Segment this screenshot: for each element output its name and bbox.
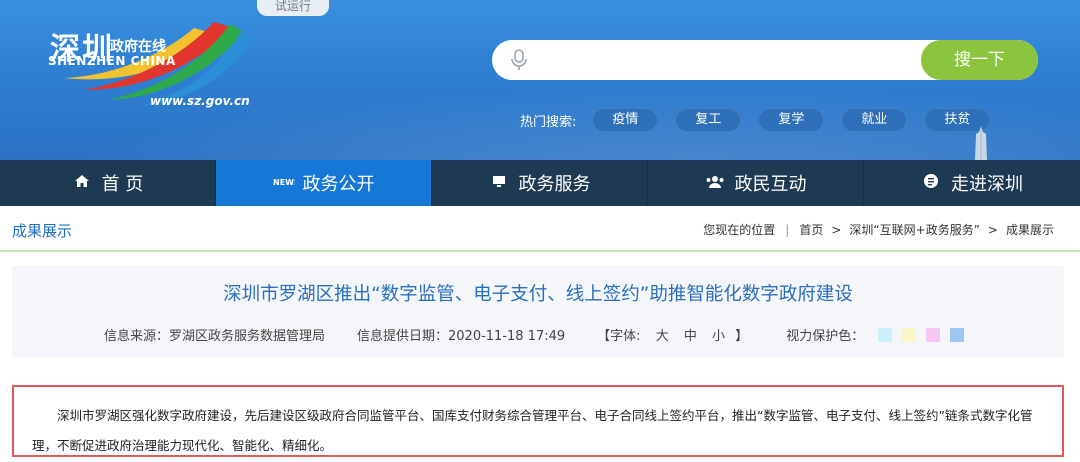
breadcrumb: 您现在的位置 | 首页 > 深圳“互联网+政务服务” > 成果展示 bbox=[703, 221, 1054, 238]
font-medium-button[interactable]: 中 bbox=[684, 329, 697, 344]
nav-item-label: 政务服务 bbox=[518, 174, 591, 195]
header-banner: 试运行 深圳 政府在线 SHENZHEN CHINA www.sz.gov.cn… bbox=[0, 0, 1080, 160]
search-input[interactable] bbox=[542, 46, 902, 74]
font-small-button[interactable]: 小 bbox=[712, 329, 725, 344]
breadcrumb-link-home[interactable]: 首页 bbox=[799, 221, 823, 238]
logo-en: SHENZHEN CHINA bbox=[48, 54, 176, 68]
skyscraper-graphic bbox=[975, 126, 987, 160]
font-size-label: 【字体: bbox=[597, 329, 641, 344]
font-size-close: 】 bbox=[735, 329, 749, 344]
article-header: 深圳市罗湖区推出“数字监管、电子支付、线上签约”助推智能化数字政府建设 信息来源… bbox=[12, 266, 1064, 357]
hot-tag[interactable]: 就业 bbox=[841, 108, 908, 132]
search-box: 搜一下 bbox=[492, 40, 1038, 80]
svg-text:NEWS: NEWS bbox=[273, 178, 295, 187]
nav-item-label: 走进深圳 bbox=[951, 174, 1023, 195]
article-meta: 信息来源：罗湖区政务服务数据管理局 信息提供日期：2020-11-18 17:4… bbox=[104, 325, 974, 344]
trial-badge: 试运行 bbox=[257, 0, 329, 16]
font-size-control: 【字体: 大 中 小 】 bbox=[597, 325, 754, 344]
hot-tag[interactable]: 复工 bbox=[675, 108, 742, 132]
logo-cn-small: 政府在线 bbox=[110, 39, 166, 55]
breadcrumb-chevron: > bbox=[831, 222, 842, 237]
nav-item-services[interactable]: 政务服务 bbox=[432, 160, 648, 206]
news-icon: NEWS bbox=[273, 175, 300, 191]
nav-item-home[interactable]: 首 页 bbox=[0, 160, 216, 206]
search-button[interactable]: 搜一下 bbox=[921, 40, 1038, 80]
article-summary: 深圳市罗湖区强化数字政府建设，先后建设区级政府合同监管平台、国库支付财务综合管理… bbox=[32, 408, 1033, 453]
eye-color-swatch[interactable] bbox=[926, 327, 941, 342]
eye-color-swatch[interactable] bbox=[902, 327, 917, 342]
nav-item-label: 政务公开 bbox=[302, 174, 375, 195]
eye-protect-label: 视力保护色： bbox=[786, 329, 865, 344]
breadcrumb-link-internet-gov[interactable]: 深圳“互联网+政务服务” bbox=[849, 221, 980, 238]
article-title: 深圳市罗湖区推出“数字监管、电子支付、线上签约”助推智能化数字政府建设 bbox=[223, 284, 853, 305]
section-title: 成果展示 bbox=[12, 222, 73, 240]
breadcrumb-separator: | bbox=[785, 222, 790, 237]
breadcrumb-bar: 成果展示 您现在的位置 | 首页 > 深圳“互联网+政务服务” > 成果展示 bbox=[0, 206, 1080, 252]
hot-search-label: 热门搜索: bbox=[520, 114, 577, 130]
nav-item-public-affairs[interactable]: NEWS 政务公开 bbox=[216, 160, 432, 206]
logo-url: www.sz.gov.cn bbox=[150, 94, 250, 108]
article-date: 信息提供日期：2020-11-18 17:49 bbox=[357, 329, 566, 344]
info-icon bbox=[921, 173, 941, 193]
nav-item-label: 首 页 bbox=[101, 174, 144, 195]
nav-item-about-shenzhen[interactable]: 走进深圳 bbox=[864, 160, 1080, 206]
eye-color-swatch[interactable] bbox=[950, 327, 965, 342]
eye-color-swatch[interactable] bbox=[878, 327, 893, 342]
article-source: 信息来源：罗湖区政务服务数据管理局 bbox=[104, 329, 326, 344]
monitor-icon bbox=[489, 175, 509, 192]
font-large-button[interactable]: 大 bbox=[656, 329, 669, 344]
breadcrumb-location-label: 您现在的位置 bbox=[703, 223, 776, 237]
article-summary-box: 深圳市罗湖区强化数字政府建设，先后建设区级政府合同监管平台、国库支付财务综合管理… bbox=[12, 385, 1064, 457]
home-icon bbox=[72, 174, 92, 192]
hot-tag[interactable]: 疫情 bbox=[592, 108, 659, 132]
main-nav: 首 页 NEWS 政务公开 政务服务 政民互动 走进深圳 bbox=[0, 160, 1080, 206]
breadcrumb-link-achievements[interactable]: 成果展示 bbox=[1006, 221, 1054, 238]
nav-item-label: 政民互动 bbox=[734, 174, 807, 195]
hot-search: 热门搜索: 疫情 复工 复学 就业 扶贫 bbox=[520, 108, 1007, 132]
microphone-icon[interactable] bbox=[510, 49, 528, 71]
breadcrumb-chevron: > bbox=[987, 222, 998, 237]
people-icon bbox=[705, 175, 725, 192]
hot-tag[interactable]: 复学 bbox=[758, 108, 825, 132]
site-logo[interactable]: 深圳 政府在线 SHENZHEN CHINA www.sz.gov.cn bbox=[44, 14, 264, 114]
nav-item-interaction[interactable]: 政民互动 bbox=[648, 160, 864, 206]
